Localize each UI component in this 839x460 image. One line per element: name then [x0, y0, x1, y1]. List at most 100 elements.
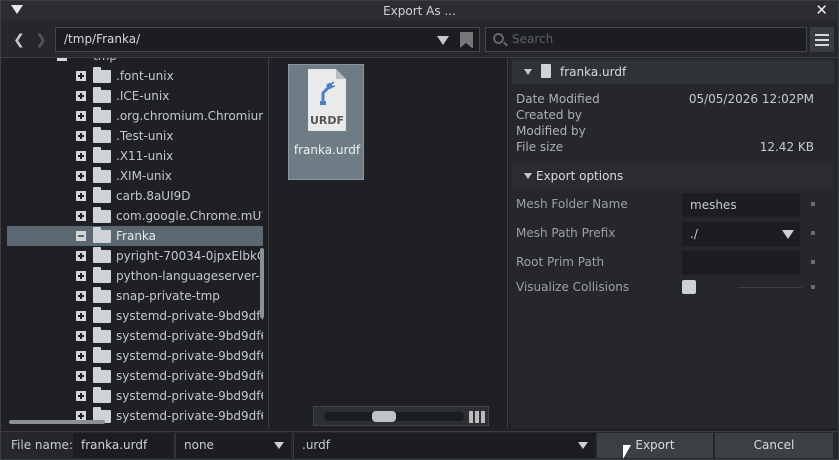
collapse-triangle-icon[interactable] [524, 173, 532, 179]
folder-icon [93, 187, 111, 203]
tree-item[interactable]: systemd-private-9bd9df6 [7, 346, 263, 366]
folder-icon [93, 307, 111, 323]
tree-item[interactable]: .X11-unix [7, 146, 263, 166]
expand-icon[interactable] [76, 91, 86, 101]
section-title: Export options [536, 169, 624, 183]
tree-item-label: tmp [93, 58, 117, 63]
chevron-down-icon[interactable] [437, 36, 449, 45]
root-prim-row: Root Prim Path [516, 249, 815, 275]
visualize-collisions-row: Visualize Collisions [516, 274, 815, 300]
tree-item-label: pyright-70034-0jpxElbkG [116, 249, 263, 263]
back-button[interactable]: ❮ [9, 30, 29, 50]
expand-icon[interactable] [76, 111, 86, 121]
collapse-icon[interactable] [57, 58, 67, 61]
search-input[interactable]: Search [485, 27, 807, 52]
expand-icon[interactable] [76, 311, 86, 321]
cancel-button[interactable]: Cancel [715, 433, 833, 458]
tree-horizontal-scrollbar[interactable] [9, 420, 105, 424]
collapse-triangle-icon[interactable] [11, 5, 23, 14]
expand-icon[interactable] [76, 351, 86, 361]
tree-vertical-scrollbar[interactable] [260, 248, 264, 318]
expand-icon[interactable] [76, 211, 86, 221]
urdf-file-icon: URDF [308, 69, 346, 131]
tree-item[interactable]: Franka [7, 226, 263, 246]
tree-item[interactable]: com.google.Chrome.mU1 [7, 206, 263, 226]
mesh-prefix-label: Mesh Path Prefix [516, 226, 616, 240]
filter-dropdown[interactable]: none [175, 433, 291, 458]
tree-item[interactable]: systemd-private-9bd9df6 [7, 326, 263, 346]
tree-item[interactable]: .Test-unix [7, 126, 263, 146]
tree-item[interactable]: pyright-70034-0jpxElbkG [7, 246, 263, 266]
tree-item-label: systemd-private-9bd9df6 [116, 389, 263, 403]
file-tile[interactable]: URDF franka.urdf [288, 64, 364, 180]
expand-icon[interactable] [76, 151, 86, 161]
forward-button[interactable]: ❯ [31, 30, 51, 50]
bookmark-icon[interactable] [460, 32, 473, 48]
collapse-icon[interactable] [76, 231, 86, 241]
tree-item[interactable]: systemd-private-9bd9df6 [7, 386, 263, 406]
file-size-row: File size 12.42 KB [516, 140, 814, 156]
modified-by-row: Modified by [516, 124, 814, 140]
export-options-header[interactable]: Export options [512, 164, 834, 188]
folder-icon [93, 67, 111, 83]
tree-item-tmp[interactable]: tmp [7, 58, 263, 66]
close-icon[interactable]: ✕ [815, 2, 828, 19]
tree-item[interactable]: carb.8aUI9D [7, 186, 263, 206]
expand-icon[interactable] [76, 371, 86, 381]
reset-dot-icon[interactable] [811, 285, 815, 289]
tree-item[interactable]: systemd-private-9bd9df6 [7, 306, 263, 326]
menu-button[interactable] [810, 27, 834, 52]
extension-dropdown[interactable]: .urdf [293, 433, 595, 458]
zoom-knob[interactable] [372, 411, 396, 422]
path-field[interactable]: /tmp/Franka/ [55, 27, 480, 52]
info-key: Created by [516, 108, 583, 122]
filename-value: franka.urdf [81, 438, 148, 452]
expand-icon[interactable] [76, 171, 86, 181]
folder-icon [93, 387, 111, 403]
search-icon [493, 33, 504, 44]
folder-icon [93, 327, 111, 343]
visualize-collisions-label: Visualize Collisions [516, 280, 630, 294]
properties-header[interactable]: franka.urdf [512, 60, 834, 84]
folder-icon [93, 287, 111, 303]
collapse-triangle-icon[interactable] [524, 69, 532, 75]
file-grid[interactable]: URDF franka.urdf [271, 58, 508, 428]
zoom-slider[interactable] [313, 406, 489, 426]
tree-item[interactable]: systemd-private-9bd9df6 [7, 366, 263, 386]
tree-item[interactable]: python-languageserver-c [7, 266, 263, 286]
reset-dot-icon[interactable] [811, 260, 815, 264]
mesh-folder-label: Mesh Folder Name [516, 197, 628, 211]
tree-item[interactable]: snap-private-tmp [7, 286, 263, 306]
folder-icon [93, 147, 111, 163]
filename-input[interactable]: franka.urdf [73, 433, 173, 458]
expand-icon[interactable] [76, 331, 86, 341]
robot-arm-icon [320, 81, 335, 105]
visualize-collisions-checkbox[interactable] [682, 280, 696, 294]
reset-dot-icon[interactable] [811, 231, 815, 235]
expand-icon[interactable] [76, 191, 86, 201]
folder-tree[interactable]: tmp .font-unix .ICE-unix .org.chromium.Chr… [7, 58, 269, 428]
hamburger-icon-line [815, 39, 829, 41]
expand-icon[interactable] [76, 131, 86, 141]
mesh-prefix-dropdown[interactable]: ./ [682, 222, 800, 246]
tree-item-label: .org.chromium.Chromium [116, 109, 263, 123]
info-value: 05/05/2026 12:02PM [688, 92, 814, 106]
mesh-folder-input[interactable]: meshes [682, 193, 800, 217]
export-button[interactable]: Export [597, 433, 713, 458]
folder-icon [93, 207, 111, 223]
tree-item[interactable]: .XIM-unix [7, 166, 263, 186]
tree-item[interactable]: .ICE-unix [7, 86, 263, 106]
root-prim-input[interactable] [682, 251, 800, 275]
grid-view-icon[interactable] [469, 411, 485, 423]
reset-dot-icon[interactable] [811, 202, 815, 206]
tree-item[interactable]: .font-unix [7, 66, 263, 86]
dialog-title: Export As ... [383, 3, 456, 18]
expand-icon[interactable] [76, 291, 86, 301]
tree-item[interactable]: .org.chromium.Chromium [7, 106, 263, 126]
divider [738, 287, 802, 288]
expand-icon[interactable] [76, 391, 86, 401]
expand-icon[interactable] [76, 271, 86, 281]
file-icon [541, 64, 551, 78]
expand-icon[interactable] [76, 71, 86, 81]
expand-icon[interactable] [76, 251, 86, 261]
